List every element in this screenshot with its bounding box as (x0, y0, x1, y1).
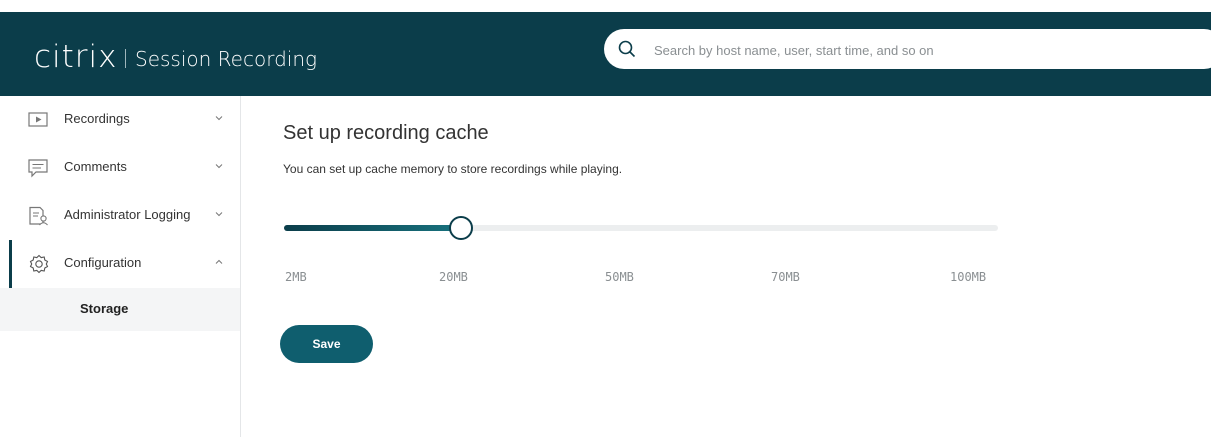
gear-icon (29, 254, 49, 274)
chevron-up-icon[interactable] (215, 258, 223, 266)
search-icon[interactable] (618, 40, 636, 58)
sidebar-item-label: Administrator Logging (64, 207, 191, 222)
sidebar-item-configuration[interactable]: Configuration (0, 240, 240, 288)
chevron-down-icon[interactable] (215, 210, 223, 218)
search-box[interactable] (604, 29, 1211, 69)
comment-icon (28, 159, 48, 178)
sidebar-subitem-label: Storage (80, 301, 129, 316)
chevron-down-icon[interactable] (215, 114, 223, 122)
sidebar-item-label: Configuration (64, 255, 142, 270)
sidebar-item-recordings[interactable]: Recordings (0, 96, 240, 144)
product-name: Session Recording (135, 47, 318, 71)
save-button[interactable]: Save (280, 325, 373, 363)
page-description: You can set up cache memory to store rec… (283, 162, 623, 176)
slider-tick-20mb: 20MB (439, 270, 468, 284)
sidebar-item-label: Comments (64, 159, 127, 174)
page-title: Set up recording cache (283, 122, 489, 144)
sidebar-subitem-storage[interactable]: Storage (0, 288, 240, 331)
play-icon (28, 112, 48, 127)
top-strip (0, 0, 1211, 12)
search-input[interactable] (652, 37, 1176, 63)
app-header: citrix Session Recording (0, 12, 1211, 96)
sidebar: Recordings Comments Administrator Loggin… (0, 96, 241, 437)
logo-divider (125, 49, 126, 68)
citrix-logo[interactable]: citrix (34, 40, 118, 74)
sidebar-item-comments[interactable]: Comments (0, 144, 240, 192)
sidebar-item-label: Recordings (64, 111, 130, 126)
slider-handle[interactable] (449, 216, 473, 240)
slider-tick-50mb: 50MB (605, 270, 634, 284)
slider-tick-100mb: 100MB (950, 270, 987, 284)
chevron-down-icon[interactable] (215, 162, 223, 170)
slider-tick-2mb: 2MB (285, 270, 307, 284)
log-icon (29, 206, 48, 226)
sidebar-item-administrator-logging[interactable]: Administrator Logging (0, 192, 240, 240)
cache-size-slider[interactable] (284, 216, 998, 240)
slider-tick-70mb: 70MB (771, 270, 800, 284)
slider-fill (284, 225, 460, 231)
